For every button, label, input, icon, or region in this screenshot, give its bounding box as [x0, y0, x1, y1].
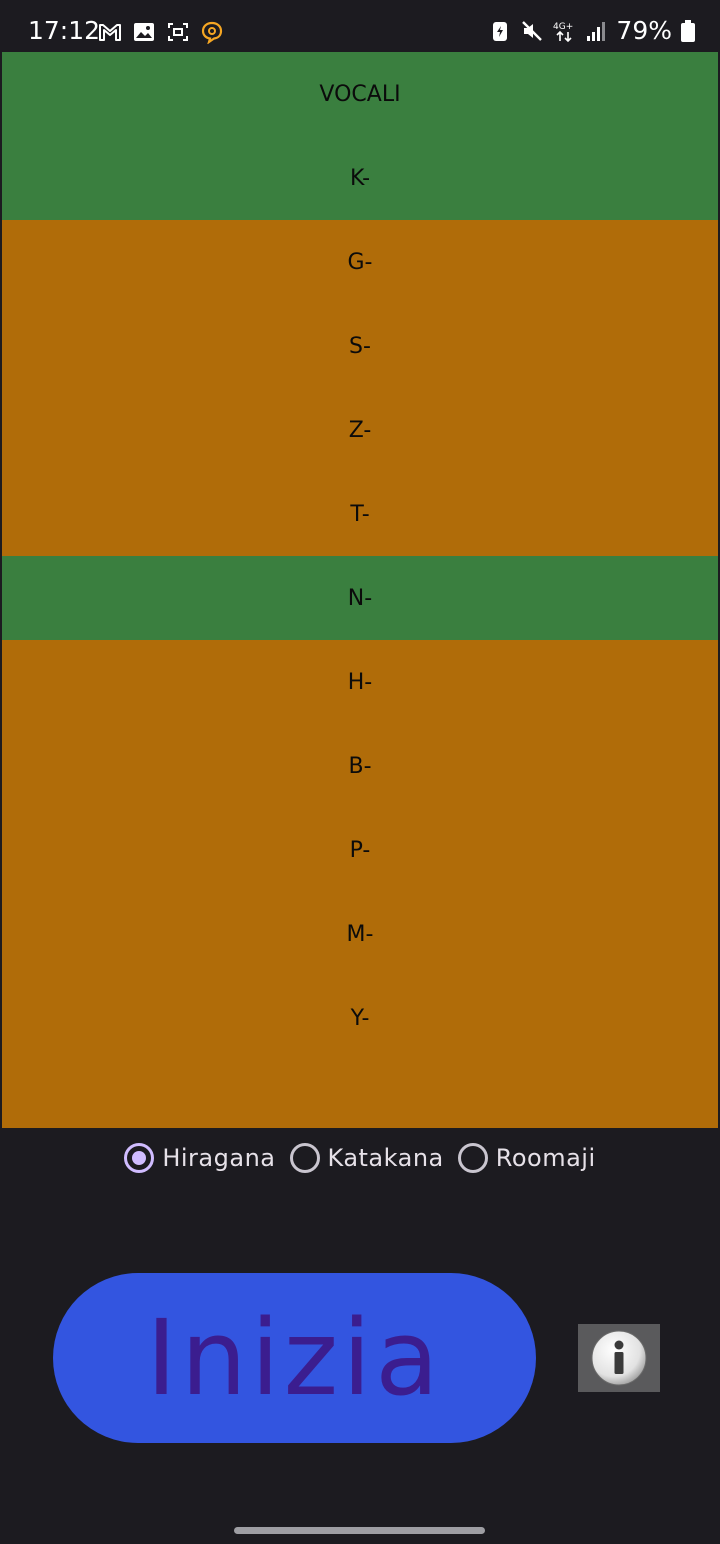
- screen-capture-icon: [166, 20, 190, 44]
- kana-group-list: VOCALI K- G- S- Z- T- N- H- B- P- M- Y-: [2, 52, 718, 1128]
- group-row-b[interactable]: B-: [2, 724, 718, 808]
- group-row-t[interactable]: T-: [2, 472, 718, 556]
- radio-label-hiragana: Hiragana: [162, 1144, 276, 1172]
- battery-percent: 79%: [616, 16, 672, 45]
- network-4g-icon: 4G+: [552, 19, 576, 43]
- battery-icon: [680, 19, 696, 43]
- status-bar: 17:12 4G+ 79%: [0, 0, 720, 52]
- battery-saver-icon: [488, 19, 512, 43]
- group-row-g[interactable]: G-: [2, 220, 718, 304]
- status-time: 17:12: [28, 16, 101, 45]
- system-icons: 4G+ 79%: [488, 14, 696, 48]
- script-radio-group: Hiragana Katakana Roomaji: [0, 1138, 720, 1178]
- group-row-m[interactable]: M-: [2, 892, 718, 976]
- radio-option-katakana[interactable]: Katakana: [289, 1143, 444, 1173]
- group-row-vocali[interactable]: VOCALI: [2, 52, 718, 136]
- start-button[interactable]: Inizia: [53, 1273, 536, 1443]
- radio-button-hiragana[interactable]: [124, 1143, 155, 1173]
- gallery-icon: [132, 20, 156, 44]
- navigation-handle[interactable]: [234, 1527, 485, 1534]
- network-label: 4G+: [553, 22, 573, 32]
- radio-option-roomaji[interactable]: Roomaji: [457, 1143, 596, 1173]
- group-row-n[interactable]: N-: [2, 556, 718, 640]
- info-icon: [590, 1329, 648, 1387]
- chat-bubble-icon: [200, 20, 224, 44]
- radio-button-roomaji[interactable]: [457, 1143, 488, 1173]
- mute-icon: [520, 19, 544, 43]
- group-row-p[interactable]: P-: [2, 808, 718, 892]
- gmail-icon: [98, 20, 122, 44]
- radio-option-hiragana[interactable]: Hiragana: [124, 1143, 275, 1173]
- notification-icons: [98, 19, 224, 45]
- group-row-partial[interactable]: [2, 1060, 718, 1128]
- signal-icon: [584, 19, 608, 43]
- group-row-s[interactable]: S-: [2, 304, 718, 388]
- radio-label-katakana: Katakana: [327, 1144, 444, 1172]
- radio-button-katakana[interactable]: [289, 1143, 320, 1173]
- group-row-k[interactable]: K-: [2, 136, 718, 220]
- radio-label-roomaji: Roomaji: [495, 1144, 596, 1172]
- group-row-z[interactable]: Z-: [2, 388, 718, 472]
- app-screen: 17:12 4G+ 79% VOCALI K- G- S- Z- T- N- H…: [0, 0, 720, 1544]
- group-row-h[interactable]: H-: [2, 640, 718, 724]
- start-button-label: Inizia: [146, 1297, 443, 1419]
- group-row-y[interactable]: Y-: [2, 976, 718, 1060]
- info-button[interactable]: [578, 1324, 660, 1392]
